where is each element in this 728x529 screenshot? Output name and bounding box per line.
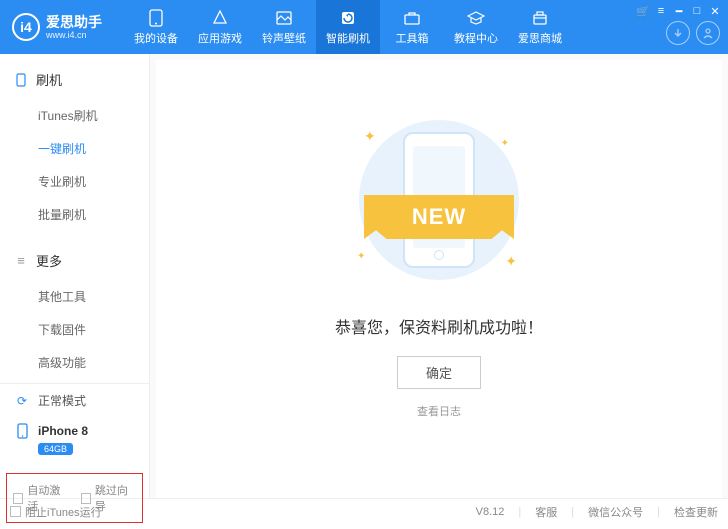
success-illustration: ✦ ✦ ✦ ✦ NEW [329, 110, 549, 290]
confirm-button[interactable]: 确定 [397, 356, 481, 389]
storage-badge: 64GB [38, 443, 73, 455]
sidebar-section-more[interactable]: ≡ 更多 [0, 245, 149, 276]
nav-flash[interactable]: 智能刷机 [316, 0, 380, 54]
flash-icon [339, 9, 357, 27]
new-ribbon: NEW [364, 195, 514, 239]
sidebar: 刷机 iTunes刷机 一键刷机 专业刷机 批量刷机 ≡ 更多 其他工具 下载固… [0, 54, 150, 498]
app-header: i4 爱思助手 www.i4.cn 我的设备 应用游戏 铃声壁纸 智能刷机 工具… [0, 0, 728, 54]
view-log-link[interactable]: 查看日志 [417, 403, 461, 419]
sidebar-item-oneclick-flash[interactable]: 一键刷机 [0, 132, 149, 165]
toolbox-icon [403, 9, 421, 27]
logo: i4 爱思助手 www.i4.cn [0, 13, 114, 41]
nav-ringtones[interactable]: 铃声壁纸 [252, 0, 316, 54]
sidebar-item-other-tools[interactable]: 其他工具 [0, 280, 149, 313]
user-icon[interactable] [696, 21, 720, 45]
footer-update[interactable]: 检查更新 [674, 504, 718, 520]
device-icon [14, 73, 28, 87]
footer-support[interactable]: 客服 [535, 504, 557, 520]
logo-title: 爱思助手 [46, 15, 102, 29]
more-icon: ≡ [14, 253, 28, 268]
sidebar-item-itunes-flash[interactable]: iTunes刷机 [0, 99, 149, 132]
mall-icon [531, 9, 549, 27]
success-message: 恭喜您，保资料刷机成功啦！ [335, 314, 543, 338]
main-panel: ✦ ✦ ✦ ✦ NEW 恭喜您，保资料刷机成功啦！ 确定 查看日志 [150, 54, 728, 498]
sparkle-icon: ✦ [501, 138, 509, 149]
sidebar-item-batch-flash[interactable]: 批量刷机 [0, 198, 149, 231]
nav-mall[interactable]: 爱思商城 [508, 0, 572, 54]
tutorial-icon [467, 9, 485, 27]
sidebar-section-flash[interactable]: 刷机 [0, 64, 149, 95]
download-icon[interactable] [666, 21, 690, 45]
sparkle-icon: ✦ [364, 128, 376, 145]
phone-icon [147, 9, 165, 27]
wallpaper-icon [275, 9, 293, 27]
sidebar-item-pro-flash[interactable]: 专业刷机 [0, 165, 149, 198]
nav-toolbox[interactable]: 工具箱 [380, 0, 444, 54]
nav-my-device[interactable]: 我的设备 [124, 0, 188, 54]
nav-tutorials[interactable]: 教程中心 [444, 0, 508, 54]
main-nav: 我的设备 应用游戏 铃声壁纸 智能刷机 工具箱 教程中心 爱思商城 [124, 0, 572, 54]
cart-icon[interactable]: 🛒 [636, 4, 650, 18]
sparkle-icon: ✦ [357, 251, 365, 262]
version-label: V8.12 [476, 506, 505, 518]
logo-url: www.i4.cn [46, 31, 102, 40]
nav-apps[interactable]: 应用游戏 [188, 0, 252, 54]
sidebar-item-download-firmware[interactable]: 下载固件 [0, 313, 149, 346]
footer-wechat[interactable]: 微信公众号 [588, 504, 643, 520]
checkbox-block-itunes[interactable]: 阻止iTunes运行 [10, 504, 102, 520]
sidebar-item-advanced[interactable]: 高级功能 [0, 346, 149, 379]
logo-badge-icon: i4 [12, 13, 40, 41]
device-info[interactable]: iPhone 8 64GB [0, 417, 149, 467]
sparkle-icon: ✦ [505, 253, 517, 270]
device-mode[interactable]: ⟳ 正常模式 [0, 384, 149, 417]
iphone-icon [14, 423, 30, 439]
refresh-icon: ⟳ [14, 393, 30, 409]
apps-icon [211, 9, 229, 27]
